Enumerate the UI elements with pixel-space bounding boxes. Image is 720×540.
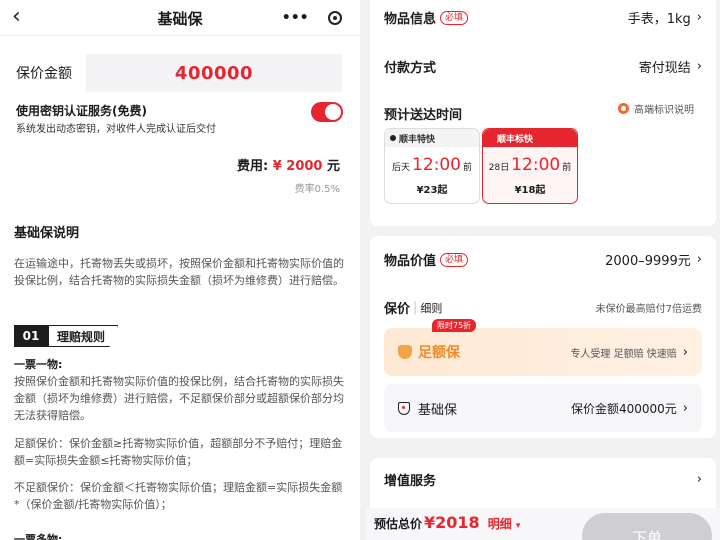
checkout-bar: 预估总价 ¥2018 明细 ▾ 下单 bbox=[366, 508, 720, 540]
service-suffix: 前 bbox=[562, 163, 572, 173]
item-info-label: 物品信息 bbox=[384, 12, 437, 27]
close-target-icon[interactable] bbox=[328, 11, 343, 25]
item-value-label: 物品价值 bbox=[384, 254, 437, 269]
service-price: ¥18起 bbox=[514, 185, 546, 196]
service-price: ¥23起 bbox=[416, 185, 448, 196]
partial-insure-text: 不足额保价：保价金额＜托寄物实际价值；理赔金额=实际损失金额*（保价金额/托寄物… bbox=[14, 481, 343, 511]
insure-rules-link[interactable]: 细则 bbox=[420, 300, 442, 316]
insure-row: 保价 | 细则 未保价最高赔付7倍运费 bbox=[384, 300, 702, 317]
fee-unit: 元 bbox=[322, 159, 340, 174]
one-item-heading: 一票一物: bbox=[14, 358, 63, 371]
mini-program-capsule: ••• bbox=[272, 5, 352, 31]
price-detail-text: 明细 bbox=[487, 517, 512, 531]
service-option-express[interactable]: 顺丰特快 后天 12:00 前 ¥23起 bbox=[384, 128, 480, 204]
full-insurance-tags: 专人受理 足额赔 快速赔 bbox=[570, 348, 677, 360]
caret-down-icon: ▾ bbox=[515, 521, 521, 531]
rule-number: 01 bbox=[14, 325, 48, 347]
insured-amount-input[interactable]: 400000 bbox=[86, 54, 342, 92]
multi-item-heading: 一票多物: bbox=[14, 533, 63, 540]
fee-label: 费用: bbox=[236, 159, 273, 174]
service-option-standard[interactable]: 顺丰标快 28日 12:00 前 ¥18起 bbox=[482, 128, 578, 204]
service-day: 28日 bbox=[488, 163, 510, 173]
insured-amount-label: 保价金额 bbox=[16, 66, 72, 82]
submit-order-button[interactable]: 下单 bbox=[582, 513, 712, 540]
price-detail-link[interactable]: 明细 ▾ bbox=[488, 515, 521, 532]
basic-insurance-name: 基础保 bbox=[418, 402, 458, 418]
insure-note: 未保价最高赔付7倍运费 bbox=[595, 304, 702, 315]
fee-rate: 费率0.5% bbox=[294, 184, 340, 195]
key-auth-toggle[interactable] bbox=[311, 102, 343, 122]
service-name: 顺丰标快 bbox=[483, 129, 577, 147]
chevron-right-icon: › bbox=[696, 59, 702, 74]
service-name: 顺丰特快 bbox=[385, 129, 479, 147]
chevron-right-icon: › bbox=[682, 344, 688, 360]
order-panel: 物品信息 必填 手表，1kg › 付款方式 寄付现结 › 预计送达时间 高端标识说明 … bbox=[366, 0, 720, 540]
estimate-price: ¥2018 bbox=[424, 513, 480, 532]
basic-insurance-option[interactable]: 基础保 保价金额400000元 › bbox=[384, 384, 702, 432]
fee-value: ¥ 2000 bbox=[272, 159, 323, 174]
nav-bar: ‹ 基础保 ••• bbox=[0, 0, 360, 36]
more-icon[interactable]: ••• bbox=[282, 10, 309, 26]
value-card: 物品价值 必填 2000–9999元 › 保价 | 细则 未保价最高赔付7倍运费 限时7… bbox=[370, 236, 716, 438]
payment-value: 寄付现结 bbox=[638, 61, 691, 76]
value-added-label: 增值服务 bbox=[384, 474, 437, 489]
key-auth-title: 使用密钥认证服务(免费) bbox=[16, 104, 147, 118]
required-badge: 必填 bbox=[440, 10, 469, 25]
service-day: 后天 bbox=[391, 163, 410, 173]
item-info-row[interactable]: 物品信息 必填 手表，1kg › bbox=[384, 8, 702, 27]
key-auth-desc: 系统发出动态密钥，对收件人完成认证后交付 bbox=[16, 124, 216, 135]
payment-row[interactable]: 付款方式 寄付现结 › bbox=[384, 57, 702, 76]
required-badge: 必填 bbox=[440, 252, 469, 267]
service-time: 12:00 bbox=[412, 155, 461, 175]
estimated-total: 预估总价 ¥2018 明细 ▾ bbox=[374, 513, 520, 532]
item-info-value: 手表，1kg bbox=[627, 12, 691, 27]
chevron-right-icon: › bbox=[682, 400, 688, 416]
insured-amount-row: 保价金额 400000 bbox=[16, 54, 342, 92]
shipment-card: 物品信息 必填 手表，1kg › 付款方式 寄付现结 › 预计送达时间 高端标识说明 … bbox=[370, 0, 716, 226]
basic-insurance-amount: 保价金额400000元 bbox=[570, 401, 677, 416]
premium-mark-icon bbox=[618, 103, 629, 114]
full-insurance-name: 足额保 bbox=[418, 345, 460, 361]
chevron-right-icon: › bbox=[696, 472, 702, 487]
insure-label: 保价 bbox=[384, 302, 411, 317]
insurance-detail-panel: ‹ 基础保 ••• 保价金额 400000 使用密钥认证服务(免费) 系统发出动… bbox=[0, 0, 360, 540]
section-title: 基础保说明 bbox=[14, 226, 80, 241]
shield-icon bbox=[398, 345, 412, 359]
premium-mark-note[interactable]: 高端标识说明 bbox=[618, 101, 694, 116]
discount-badge: 限时75折 bbox=[432, 319, 477, 332]
item-value-value: 2000–9999元 bbox=[605, 254, 691, 269]
estimate-label: 预估总价 bbox=[374, 517, 423, 531]
chevron-right-icon: › bbox=[696, 252, 702, 267]
eta-label: 预计送达时间 bbox=[384, 108, 463, 123]
fee-line: 费用: ¥ 2000 元 bbox=[237, 155, 340, 174]
full-insurance-option[interactable]: 限时75折 足额保 专人受理 足额赔 快速赔 › bbox=[384, 319, 702, 376]
value-added-row[interactable]: 增值服务 › bbox=[384, 470, 702, 489]
one-item-text: 按照保价金额和托寄物实际价值的投保比例，结合托寄物的实际损失金额（损坏为维修费）… bbox=[14, 375, 344, 422]
chevron-right-icon: › bbox=[696, 10, 702, 25]
service-suffix: 前 bbox=[463, 163, 473, 173]
claim-rules-heading: 01 理赔规则 bbox=[14, 325, 119, 347]
intro-text: 在运输途中，托寄物丢失或损坏，按照保价金额和托寄物实际价值的投保比例，结合托寄物… bbox=[14, 257, 344, 287]
full-insure-text: 足额保价：保价金额≥托寄物实际价值，超额部分不予赔付；理赔金额=实际损失金额≤托… bbox=[14, 437, 343, 467]
shield-icon bbox=[398, 401, 410, 415]
payment-label: 付款方式 bbox=[384, 61, 437, 76]
service-time: 12:00 bbox=[511, 155, 561, 175]
rule-title: 理赔规则 bbox=[48, 325, 119, 347]
premium-mark-text: 高端标识说明 bbox=[634, 105, 694, 116]
item-value-row[interactable]: 物品价值 必填 2000–9999元 › bbox=[384, 250, 702, 269]
